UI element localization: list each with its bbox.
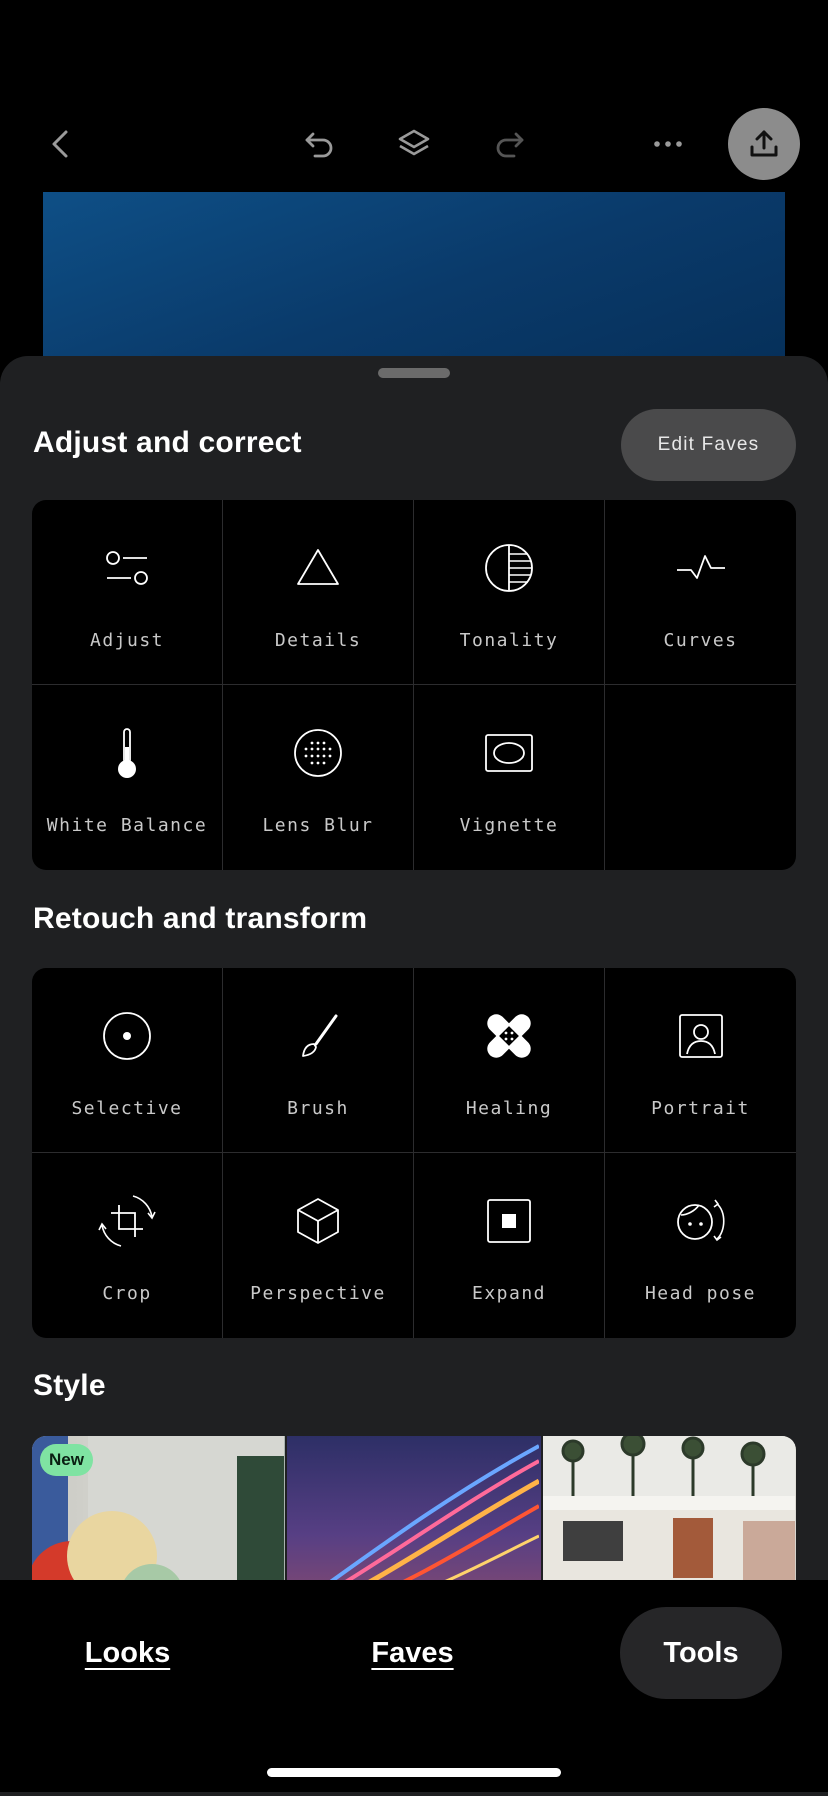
tool-label: Adjust — [89, 630, 165, 651]
tool-portrait[interactable]: Portrait — [605, 968, 796, 1153]
undo-button[interactable] — [283, 108, 355, 180]
top-toolbar — [0, 0, 828, 190]
sliders-icon — [97, 538, 157, 598]
tool-label: Healing — [465, 1098, 553, 1119]
tool-label: Curves — [663, 630, 738, 651]
cube-icon — [288, 1191, 348, 1251]
tool-healing[interactable]: Healing — [414, 968, 605, 1153]
tab-looks[interactable]: Looks — [60, 1607, 195, 1699]
tool-perspective[interactable]: Perspective — [223, 1153, 414, 1338]
selective-icon — [97, 1006, 157, 1066]
tool-expand[interactable]: Expand — [414, 1153, 605, 1338]
tool-label: Lens Blur — [262, 815, 374, 836]
layers-button[interactable] — [378, 108, 450, 180]
tool-adjust[interactable]: Adjust — [32, 500, 223, 685]
chevron-left-icon — [52, 130, 68, 158]
tool-label: Crop — [102, 1283, 152, 1304]
edit-faves-button[interactable]: Edit Faves — [621, 409, 796, 481]
sheet-grabber[interactable] — [378, 368, 450, 378]
tool-label: Tonality — [459, 630, 559, 651]
redo-icon — [496, 132, 524, 158]
triangle-icon — [288, 538, 348, 598]
tonality-icon — [479, 538, 539, 598]
crop-rotate-icon — [97, 1191, 157, 1251]
undo-icon — [305, 132, 333, 158]
tool-brush[interactable]: Brush — [223, 968, 414, 1153]
tool-label: Brush — [287, 1098, 349, 1119]
expand-icon — [479, 1191, 539, 1251]
empty-tool-slot — [605, 685, 796, 870]
tool-curves[interactable]: Curves — [605, 500, 796, 685]
tool-label: Expand — [471, 1283, 547, 1304]
tool-label: Portrait — [651, 1098, 750, 1119]
section-title-style: Style — [33, 1369, 106, 1402]
tab-tools[interactable]: Tools — [620, 1607, 782, 1699]
tool-vignette[interactable]: Vignette — [414, 685, 605, 870]
tool-label: Selective — [71, 1098, 183, 1119]
export-button[interactable] — [728, 108, 800, 180]
tool-details[interactable]: Details — [223, 500, 414, 685]
new-badge: New — [40, 1444, 93, 1476]
tool-label: White Balance — [46, 815, 208, 836]
tool-head-pose[interactable]: Head pose — [605, 1153, 796, 1338]
tool-selective[interactable]: Selective — [32, 968, 223, 1153]
tool-label: Head pose — [644, 1283, 757, 1304]
lens-blur-icon — [288, 723, 348, 783]
tool-crop[interactable]: Crop — [32, 1153, 223, 1338]
vignette-icon — [479, 723, 539, 783]
tool-white-balance[interactable]: White Balance — [32, 685, 223, 870]
redo-button[interactable] — [474, 108, 546, 180]
tool-label: Vignette — [459, 815, 559, 836]
layers-icon — [398, 129, 430, 156]
thermometer-icon — [97, 723, 157, 783]
tool-label: Perspective — [250, 1283, 386, 1304]
tool-label: Details — [274, 630, 362, 651]
brush-icon — [288, 1006, 348, 1066]
home-indicator — [267, 1768, 561, 1777]
head-pose-icon — [671, 1191, 731, 1251]
bottom-nav: Looks Faves Tools — [0, 1580, 828, 1792]
tool-tonality[interactable]: Tonality — [414, 500, 605, 685]
tab-faves[interactable]: Faves — [345, 1607, 480, 1699]
section-title-adjust: Adjust and correct — [33, 426, 302, 459]
portrait-icon — [671, 1006, 731, 1066]
section-title-retouch: Retouch and transform — [33, 902, 368, 935]
tool-lens-blur[interactable]: Lens Blur — [223, 685, 414, 870]
photo-preview[interactable] — [43, 192, 785, 362]
adjust-tools-grid: Adjust Details Tonality Curves White Bal… — [32, 500, 796, 870]
upload-icon — [750, 130, 778, 157]
back-button[interactable] — [26, 108, 98, 180]
ellipsis-icon — [654, 141, 682, 147]
curves-icon — [671, 538, 731, 598]
bandage-icon — [479, 1006, 539, 1066]
more-button[interactable] — [632, 108, 704, 180]
retouch-tools-grid: Selective Brush Healing Portrait Crop Pe… — [32, 968, 796, 1338]
